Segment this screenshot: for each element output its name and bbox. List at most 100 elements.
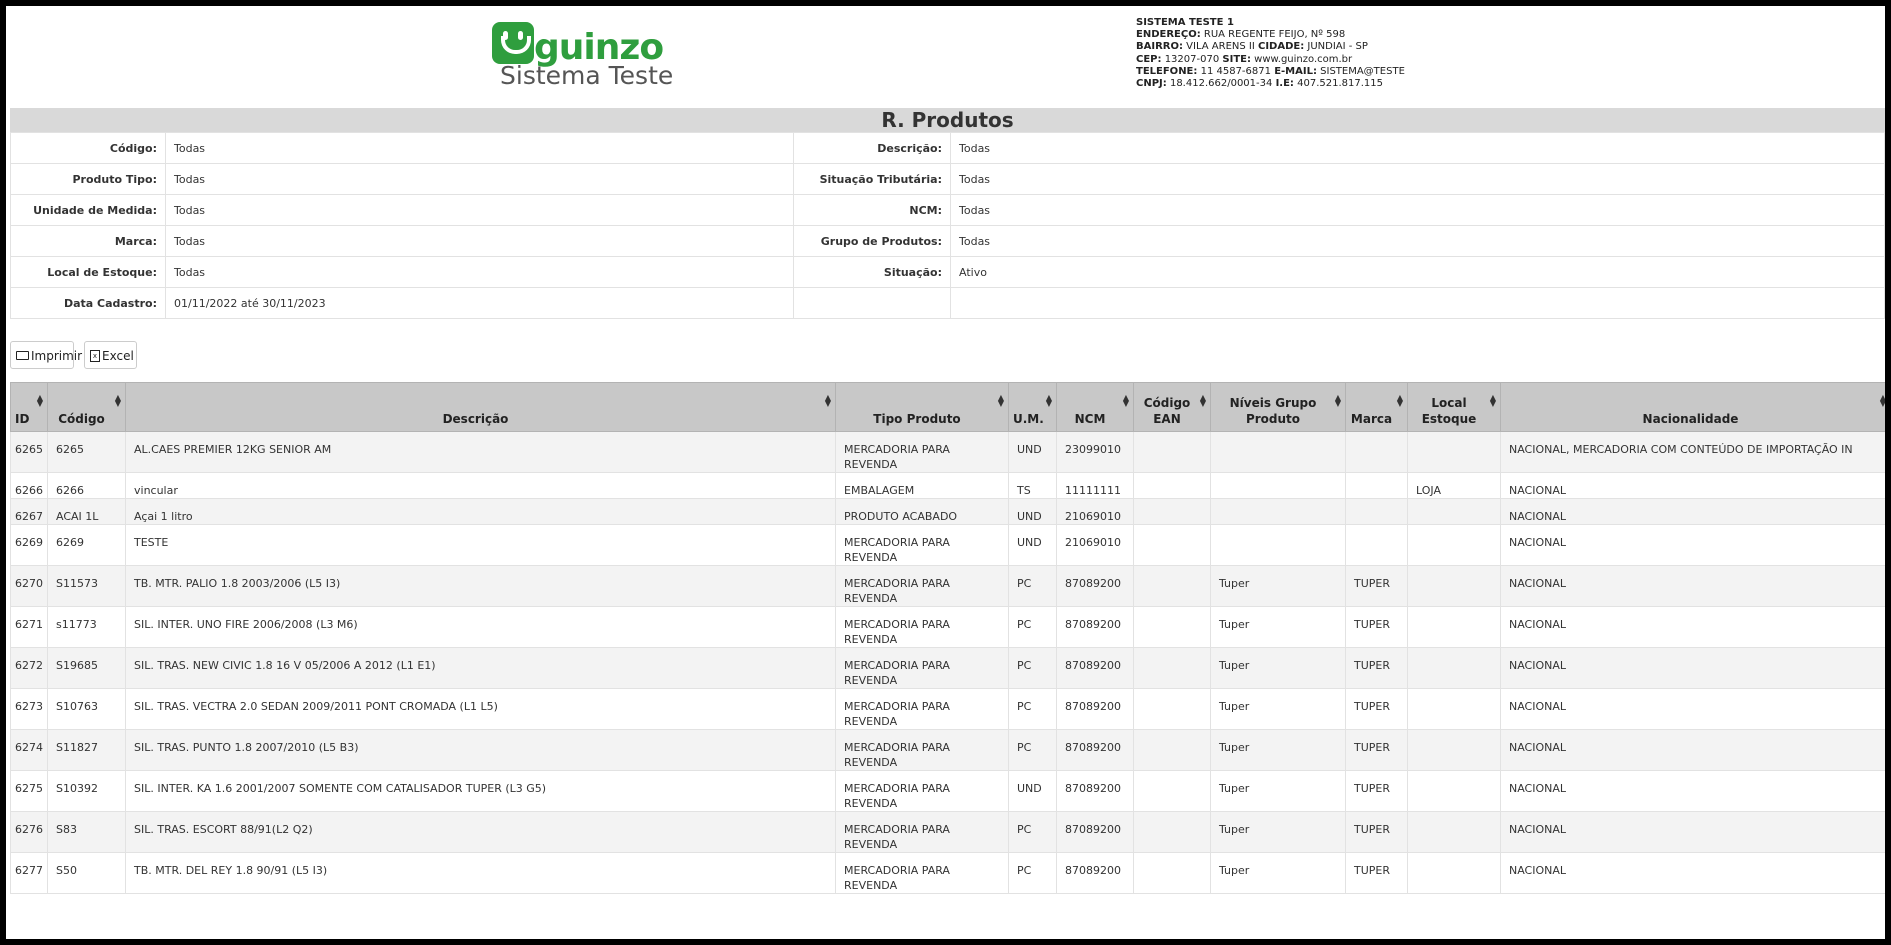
filter-row: Código: Todas Descrição: Todas bbox=[10, 132, 1885, 164]
table-cell bbox=[1345, 431, 1408, 473]
table-cell: PC bbox=[1008, 688, 1057, 730]
table-row[interactable]: 6274 S11827 SIL. TRAS. PUNTO 1.8 2007/2010… bbox=[10, 729, 1885, 771]
table-cell bbox=[1133, 472, 1211, 499]
sort-icon[interactable]: ▲ ▼ bbox=[1123, 394, 1129, 408]
table-row[interactable]: 6271 s11773 SIL. INTER. UNO FIRE 2006/2008… bbox=[10, 606, 1885, 648]
print-button[interactable]: Imprimir bbox=[10, 341, 82, 369]
table-cell: 21069010 bbox=[1056, 524, 1134, 566]
table-cell bbox=[1407, 688, 1501, 730]
table-cell: 87089200 bbox=[1056, 729, 1134, 771]
table-cell: S50 bbox=[47, 852, 126, 894]
company-district: BAIRRO: VILA ARENS II CIDADE: JUNDIAI - … bbox=[1136, 41, 1368, 53]
sort-icon[interactable]: ▲ ▼ bbox=[1335, 394, 1341, 408]
table-cell: Tuper bbox=[1210, 647, 1346, 689]
table-cell: TB. MTR. PALIO 1.8 2003/2006 (L5 I3) bbox=[125, 565, 836, 607]
table-cell: MERCADORIA PARA REVENDA bbox=[835, 565, 1009, 607]
table-cell bbox=[1407, 524, 1501, 566]
table-cell: MERCADORIA PARA REVENDA bbox=[835, 524, 1009, 566]
column-header[interactable]: Nacionalidade ▲ ▼ bbox=[1500, 382, 1885, 432]
table-cell bbox=[1407, 498, 1501, 525]
column-header[interactable]: Níveis Grupo Produto ▲ ▼ bbox=[1210, 382, 1346, 432]
column-header-label: Tipo Produto bbox=[873, 412, 961, 426]
table-cell: S83 bbox=[47, 811, 126, 853]
table-cell bbox=[1133, 729, 1211, 771]
column-header[interactable]: NCM ▲ ▼ bbox=[1056, 382, 1134, 432]
table-cell bbox=[1210, 498, 1346, 525]
table-cell: SIL. TRAS. PUNTO 1.8 2007/2010 (L5 B3) bbox=[125, 729, 836, 771]
company-address: ENDEREÇO: RUA REGENTE FEIJO, Nº 598 bbox=[1136, 29, 1346, 41]
logo-subtitle: Sistema Teste bbox=[500, 61, 674, 90]
column-header[interactable]: ID ▲ ▼ bbox=[10, 382, 48, 432]
table-row[interactable]: 6276 S83 SIL. TRAS. ESCORT 88/91(L2 Q2) MER… bbox=[10, 811, 1885, 853]
table-row[interactable]: 6269 6269 TESTE MERCADORIA PARA REVENDA UND 2… bbox=[10, 524, 1885, 566]
table-cell: PC bbox=[1008, 565, 1057, 607]
sort-icon[interactable]: ▲ ▼ bbox=[1397, 394, 1403, 408]
filter-value: Todas bbox=[165, 163, 794, 195]
table-cell: 6273 bbox=[10, 688, 48, 730]
table-cell: MERCADORIA PARA REVENDA bbox=[835, 852, 1009, 894]
table-cell: NACIONAL bbox=[1500, 729, 1885, 771]
table-row[interactable]: 6266 6266 vincular EMBALAGEM TS 11111111 LOJA N… bbox=[10, 472, 1885, 499]
table-cell: Tuper bbox=[1210, 852, 1346, 894]
filter-row: Unidade de Medida: Todas NCM: Todas bbox=[10, 194, 1885, 226]
column-header[interactable]: Tipo Produto ▲ ▼ bbox=[835, 382, 1009, 432]
filter-summary: Código: Todas Descrição: Todas Produto Tipo:… bbox=[10, 132, 1885, 319]
filter-value: Ativo bbox=[950, 256, 1885, 288]
table-row[interactable]: 6275 S10392 SIL. INTER. KA 1.6 2001/2007 S… bbox=[10, 770, 1885, 812]
table-cell: 6266 bbox=[47, 472, 126, 499]
table-cell: 6266 bbox=[10, 472, 48, 499]
filter-label: Unidade de Medida: bbox=[10, 194, 166, 226]
column-header[interactable]: Marca ▲ ▼ bbox=[1345, 382, 1408, 432]
sort-icon[interactable]: ▲ ▼ bbox=[37, 394, 43, 408]
table-cell bbox=[1345, 524, 1408, 566]
sort-icon[interactable]: ▲ ▼ bbox=[1200, 394, 1206, 408]
table-row[interactable]: 6267 ACAI 1L Açai 1 litro PRODUTO ACABADO UN… bbox=[10, 498, 1885, 525]
filter-label: Produto Tipo: bbox=[10, 163, 166, 195]
table-row[interactable]: 6277 S50 TB. MTR. DEL REY 1.8 90/91 (L5 I3… bbox=[10, 852, 1885, 894]
table-cell bbox=[1133, 431, 1211, 473]
table-row[interactable]: 6273 S10763 SIL. TRAS. VECTRA 2.0 SEDAN 20… bbox=[10, 688, 1885, 730]
filter-label: Data Cadastro: bbox=[10, 287, 166, 319]
table-row[interactable]: 6270 S11573 TB. MTR. PALIO 1.8 2003/2006 (… bbox=[10, 565, 1885, 607]
filter-value: 01/11/2022 até 30/11/2023 bbox=[165, 287, 794, 319]
excel-button[interactable]: x Excel bbox=[84, 341, 137, 369]
sort-icon[interactable]: ▲ ▼ bbox=[1490, 394, 1496, 408]
company-info: SISTEMA TESTE 1 ENDEREÇO: RUA REGENTE FE… bbox=[1136, 17, 1405, 90]
sort-icon[interactable]: ▲ ▼ bbox=[115, 394, 121, 408]
column-header[interactable]: Local Estoque ▲ ▼ bbox=[1407, 382, 1501, 432]
column-header[interactable]: U.M. ▲ ▼ bbox=[1008, 382, 1057, 432]
table-cell: TUPER bbox=[1345, 647, 1408, 689]
table-cell bbox=[1407, 647, 1501, 689]
sort-icon[interactable]: ▲ ▼ bbox=[1880, 394, 1885, 408]
column-header[interactable]: Descrição ▲ ▼ bbox=[125, 382, 836, 432]
sort-icon[interactable]: ▲ ▼ bbox=[1046, 394, 1052, 408]
table-cell: Tuper bbox=[1210, 688, 1346, 730]
table-cell: NACIONAL bbox=[1500, 524, 1885, 566]
table-row[interactable]: 6272 S19685 SIL. TRAS. NEW CIVIC 1.8 16 V … bbox=[10, 647, 1885, 689]
table-row[interactable]: 6265 6265 AL.CAES PREMIER 12KG SENIOR AM ME… bbox=[10, 431, 1885, 473]
table-cell: S11827 bbox=[47, 729, 126, 771]
filter-value bbox=[950, 287, 1885, 319]
table-cell: 6277 bbox=[10, 852, 48, 894]
sort-icon[interactable]: ▲ ▼ bbox=[825, 394, 831, 408]
filter-value: Todas bbox=[950, 225, 1885, 257]
column-header-label: U.M. bbox=[1013, 412, 1044, 426]
filter-label: Marca: bbox=[10, 225, 166, 257]
company-phone: TELEFONE: 11 4587-6871 E-MAIL: SISTEMA@T… bbox=[1136, 65, 1405, 77]
column-header[interactable]: Código EAN ▲ ▼ bbox=[1133, 382, 1211, 432]
filter-label: Situação Tributária: bbox=[793, 163, 951, 195]
sort-icon[interactable]: ▲ ▼ bbox=[998, 394, 1004, 408]
table-cell: EMBALAGEM bbox=[835, 472, 1009, 499]
column-header[interactable]: Código ▲ ▼ bbox=[47, 382, 126, 432]
filter-label bbox=[793, 287, 951, 319]
table-cell: SIL. TRAS. NEW CIVIC 1.8 16 V 05/2006 A … bbox=[125, 647, 836, 689]
table-cell: 6267 bbox=[10, 498, 48, 525]
table-cell: PC bbox=[1008, 606, 1057, 648]
table-cell: 6274 bbox=[10, 729, 48, 771]
column-header-label: Código EAN bbox=[1143, 396, 1191, 426]
table-cell: 21069010 bbox=[1056, 498, 1134, 525]
table-cell bbox=[1345, 472, 1408, 499]
filter-label: Local de Estoque: bbox=[10, 256, 166, 288]
table-cell: 6265 bbox=[47, 431, 126, 473]
table-cell: Açai 1 litro bbox=[125, 498, 836, 525]
